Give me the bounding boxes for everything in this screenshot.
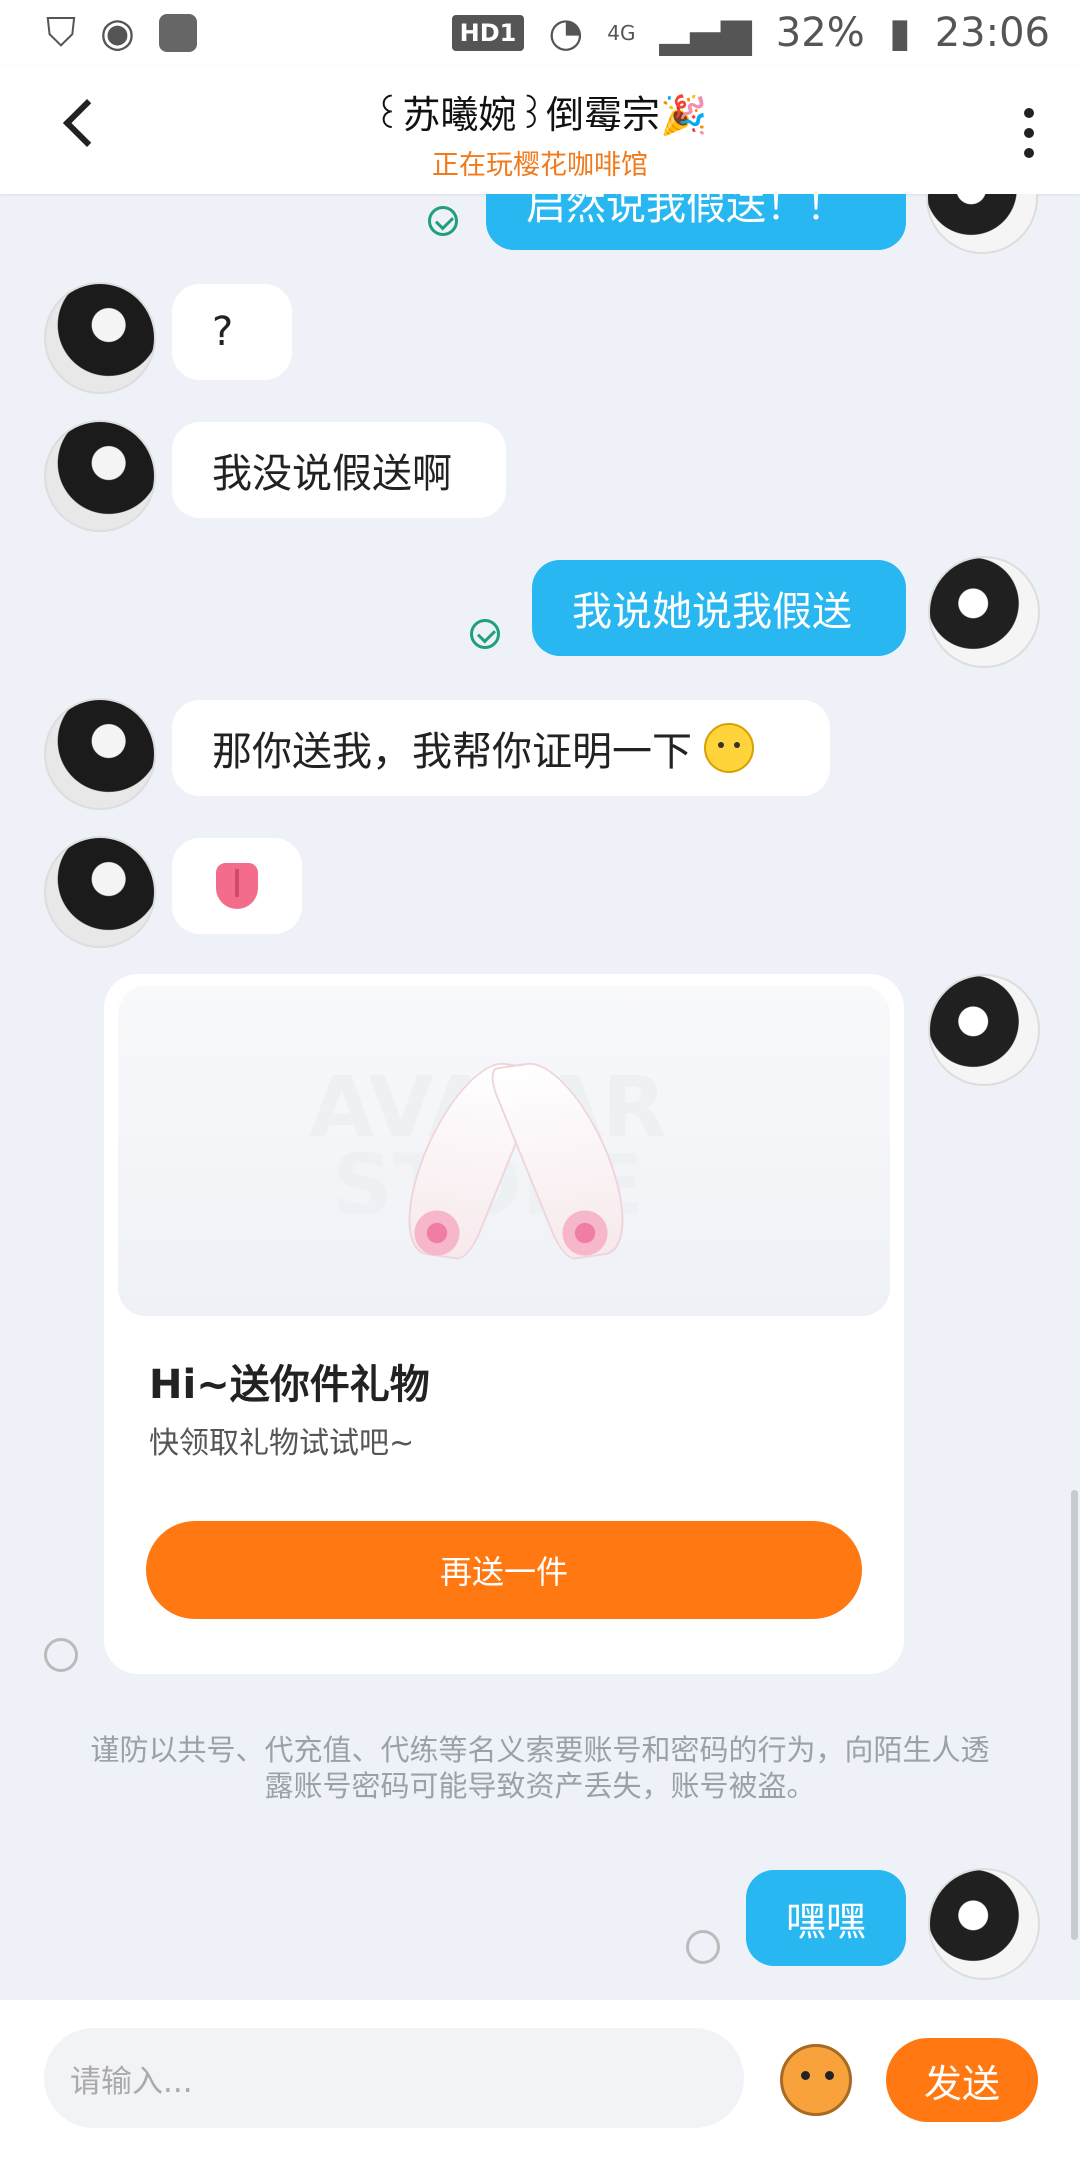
chat-title-group: ꒰苏曦婉꒱倒霉宗🎉 正在玩樱花咖啡馆 — [0, 84, 1080, 182]
monkey-emoji-icon[interactable] — [780, 2044, 852, 2116]
message-input[interactable]: 请输入... — [44, 2028, 744, 2128]
incoming-message-bubble[interactable]: 那你送我，我帮你证明一下 — [172, 700, 830, 796]
message-text: 那你送我，我帮你证明一下 — [212, 729, 692, 775]
pending-status-icon — [44, 1638, 78, 1672]
incoming-message-bubble[interactable]: 我没说假送啊 — [172, 422, 506, 518]
incoming-emoji-bubble[interactable] — [172, 838, 302, 934]
security-warning: 谨防以共号、代充值、代练等名义索要账号和密码的行为，向陌生人透露账号密码可能导致… — [90, 1733, 990, 1803]
message-list[interactable]: 启然说我假送！！ ? 我没说假送啊 我说她说我假送 那你送我，我帮你证明一下 A… — [0, 194, 1080, 1994]
battery-percent: 32% — [775, 10, 865, 56]
sent-check-icon — [428, 206, 458, 236]
app-notification-icon — [158, 14, 197, 52]
incoming-message-bubble[interactable]: ? — [172, 284, 292, 380]
outgoing-message-bubble[interactable]: 我说她说我假送 — [532, 560, 906, 656]
scrollbar[interactable] — [1071, 1490, 1078, 1940]
hd-icon: HD1 — [451, 15, 525, 51]
flower-decoration-left — [402, 1198, 472, 1268]
sent-check-icon — [470, 619, 500, 649]
signal-icon: ▂▄▆ — [659, 10, 752, 56]
status-icons-left: ⛉ ◉ — [46, 10, 197, 56]
gift-card-title: Hi~送你件礼物 — [149, 1362, 430, 1408]
send-again-button[interactable]: 再送一件 — [146, 1521, 862, 1619]
my-avatar[interactable] — [928, 974, 1040, 1086]
disc-icon: ◉ — [100, 10, 135, 56]
contact-avatar[interactable] — [44, 420, 156, 532]
status-icons-right: HD1 ◔ 4G ▂▄▆ 32% ▮ 23:06 — [451, 10, 1050, 56]
gift-card[interactable]: AVATAR STORE Hi~送你件礼物 快领取礼物试试吧~ 再送一件 — [104, 974, 904, 1674]
contact-avatar[interactable] — [44, 282, 156, 394]
chat-header: ꒰苏曦婉꒱倒霉宗🎉 正在玩樱花咖啡馆 — [0, 66, 1080, 194]
outgoing-message-bubble[interactable]: 嘿嘿 — [746, 1870, 906, 1966]
outgoing-message-bubble[interactable]: 启然说我假送！！ — [486, 194, 906, 250]
wifi-icon: ◔ — [548, 10, 584, 56]
flower-decoration-right — [550, 1198, 620, 1268]
chat-subtitle: 正在玩樱花咖啡馆 — [432, 150, 648, 181]
network-label: 4G — [607, 21, 636, 45]
my-avatar[interactable] — [928, 1868, 1040, 1980]
shield-icon: ⛉ — [46, 10, 76, 56]
gift-card-subtitle: 快领取礼物试试吧~ — [149, 1426, 415, 1461]
pending-status-icon — [686, 1930, 720, 1964]
happy-face-emoji-icon — [704, 723, 754, 773]
clock: 23:06 — [934, 10, 1050, 56]
contact-avatar[interactable] — [44, 836, 156, 948]
my-avatar[interactable] — [928, 556, 1040, 668]
contact-avatar[interactable] — [44, 698, 156, 810]
chat-title: ꒰苏曦婉꒱倒霉宗🎉 — [372, 93, 708, 137]
more-options-icon[interactable] — [1024, 108, 1034, 168]
gift-preview: AVATAR STORE — [118, 986, 890, 1316]
status-bar: ⛉ ◉ HD1 ◔ 4G ▂▄▆ 32% ▮ 23:06 — [0, 0, 1080, 66]
my-avatar[interactable] — [926, 194, 1038, 254]
send-button[interactable]: 发送 — [886, 2038, 1038, 2122]
tongue-emoji-icon — [216, 863, 258, 909]
message-input-bar: 请输入... 发送 — [0, 2000, 1080, 2160]
battery-icon: ▮ — [888, 10, 911, 56]
